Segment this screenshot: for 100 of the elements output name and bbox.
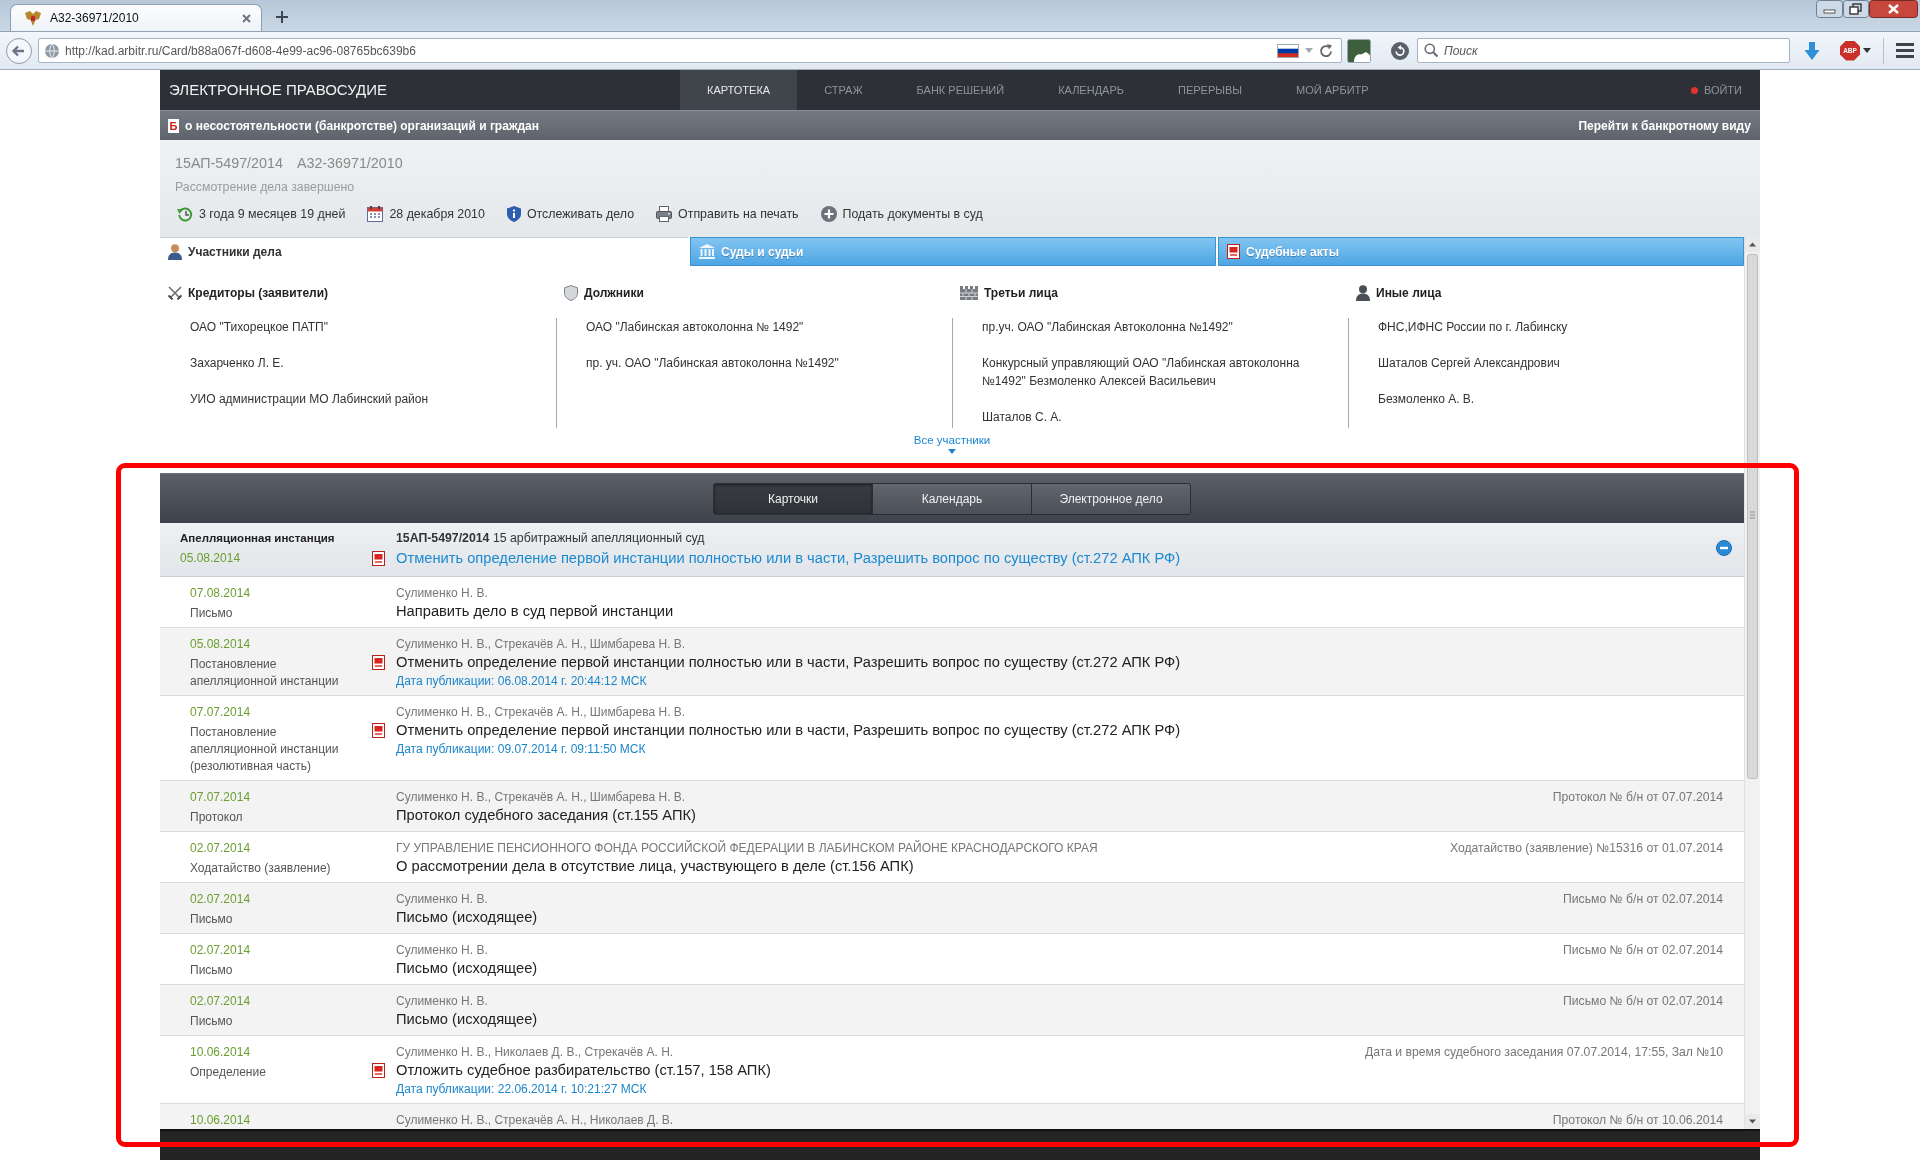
category-title: о несостоятельности (банкротстве) организаций и граждан <box>185 118 539 133</box>
group-heading: Должники <box>556 284 952 302</box>
case-action-link[interactable]: Отслеживать дело <box>506 206 635 222</box>
entry-note: Протокол № б/н от 07.07.2014 <box>1552 789 1723 805</box>
nav-link[interactable]: МОЙ АРБИТР <box>1269 70 1396 110</box>
caret-icon[interactable] <box>1863 48 1871 53</box>
case-number: А32-36971/2010 <box>296 154 403 173</box>
participant-name: пр.уч. ОАО "Лабинская Автоколонна №1492" <box>982 319 1233 336</box>
close-icon[interactable] <box>242 13 251 23</box>
entry-title: Направить дело в суд первой инстанции <box>396 602 674 621</box>
publication-date-link[interactable]: Дата публикации: 22.06.2014 г. 10:21:27 МСК <box>396 1080 647 1098</box>
entry-title: Письмо (исходящее) <box>396 908 538 927</box>
person-icon <box>168 244 182 260</box>
entry-authors: Сулименко Н. В., Николаев Д. В., Стрекачёв А. Н. <box>396 1044 674 1060</box>
entry-authors: Сулименко Н. В. <box>396 891 488 907</box>
site-title[interactable]: ЭЛЕКТРОННОЕ ПРАВОСУДИЕ <box>160 70 680 110</box>
address-field[interactable]: http://kad.arbitr.ru/Card/b88a067f-d608-4e99-ac96-08765bc639b6 <box>38 38 1342 63</box>
plus-circle-icon <box>820 206 837 222</box>
pdf-icon[interactable] <box>372 1063 385 1078</box>
instance-title: Апелляционная инстанция <box>180 531 335 546</box>
participant-name: пр. уч. ОАО "Лабинская автоколонна №1492" <box>586 355 839 372</box>
participant-name: ОАО "Лабинская автоколонна № 1492" <box>586 319 804 336</box>
view-tab[interactable]: Календарь <box>873 483 1031 514</box>
crossed-swords-icon <box>168 286 182 300</box>
restore-icon[interactable] <box>1843 0 1869 18</box>
scroll-thumb[interactable] <box>1747 254 1758 779</box>
participant-name: ОАО "Тихорецкое ПАТП" <box>190 319 328 336</box>
publication-date-link[interactable]: Дата публикации: 06.08.2014 г. 20:44:12 МСК <box>396 672 647 690</box>
shield-icon <box>564 285 578 301</box>
entry-authors: Сулименко Н. В., Стрекачёв А. Н., Николаев Д. В. <box>396 1112 674 1128</box>
menu-icon[interactable] <box>1896 43 1914 58</box>
collapse-icon[interactable] <box>1716 540 1732 556</box>
participant-name: ФНС,ИФНС России по г. Лабинску <box>1378 319 1568 336</box>
nav-link[interactable]: КАРТОТЕКА <box>680 70 798 110</box>
entry-authors: Сулименко Н. В., Стрекачёв А. Н., Шимбарева Н. В. <box>396 636 686 652</box>
entry-date: 07.07.2014 <box>190 704 251 720</box>
entry-authors: Сулименко Н. В. <box>396 585 488 601</box>
all-participants-link[interactable]: Все участники <box>913 433 991 447</box>
document-type: Письмо <box>190 962 233 979</box>
bank-icon <box>699 244 715 259</box>
reload-icon[interactable] <box>1319 43 1333 58</box>
entry-authors: Сулименко Н. В. <box>396 942 488 958</box>
decision-link[interactable]: Отменить определение первой инстанции полностью или в части, Разрешить вопрос по существу (ст.272 АПК РФ) <box>396 549 1181 568</box>
case-number: 15АП-5497/2014 <box>175 154 283 173</box>
entry-date: 05.08.2014 <box>190 636 251 652</box>
document-type: Письмо <box>190 1013 233 1030</box>
globe-icon <box>45 43 59 58</box>
back-icon[interactable] <box>6 37 32 64</box>
clock-arrow-icon <box>177 206 193 222</box>
view-switch-link[interactable]: Перейти к банкротному виду <box>1578 118 1751 133</box>
person-icon <box>1356 285 1370 301</box>
search-field[interactable]: Поиск <box>1417 38 1790 63</box>
nav-link[interactable]: ПЕРЕРЫВЫ <box>1151 70 1270 110</box>
new-tab-icon[interactable] <box>276 11 288 23</box>
document-type: Письмо <box>190 605 233 622</box>
entry-title: Письмо (исходящее) <box>396 959 538 978</box>
case-action-link[interactable]: Отправить на печать <box>656 206 799 222</box>
entry-title: Протокол судебного заседания (ст.155 АПК) <box>396 806 696 825</box>
group-heading: Иные лица <box>1348 284 1744 302</box>
close-window-icon[interactable] <box>1869 0 1918 18</box>
pdf-icon[interactable] <box>372 655 385 670</box>
history-icon[interactable] <box>1391 41 1409 60</box>
group-heading: Третьи лица <box>952 284 1348 302</box>
participant-name: Захарченко Л. Е. <box>190 355 284 372</box>
image-icon[interactable] <box>1347 38 1371 63</box>
entry-date: 10.06.2014 <box>190 1112 251 1128</box>
participant-name: Шаталов Сергей Александрович <box>1378 355 1560 372</box>
nav-link[interactable]: СТРАЖ <box>797 70 890 110</box>
pdf-icon[interactable] <box>372 723 385 738</box>
view-tab[interactable]: Электронное дело <box>1032 483 1190 514</box>
entry-date: 02.07.2014 <box>190 993 251 1009</box>
scroll-down-icon[interactable] <box>1745 1114 1760 1129</box>
participant-name: Безмоленко А. В. <box>1378 391 1475 408</box>
publication-date-link[interactable]: Дата публикации: 09.07.2014 г. 09:11:50 МСК <box>396 740 646 758</box>
case-action-link[interactable]: 3 года 9 месяцев 19 дней <box>177 206 346 222</box>
entry-title: Отложить судебное разбирательство (ст.157, 158 АПК) <box>396 1061 771 1080</box>
participant-name: УИО администрации МО Лабинский район <box>190 391 429 408</box>
view-tab[interactable]: Карточки <box>714 483 872 514</box>
entry-title: Отменить определение первой инстанции полностью или в части, Разрешить вопрос по существу (ст.272 АПК РФ) <box>396 653 1181 672</box>
flag-icon <box>1277 43 1299 58</box>
login-link[interactable]: ВОЙТИ <box>1690 70 1760 110</box>
url-text: http://kad.arbitr.ru/Card/b88a067f-d608-4e99-ac96-08765bc639b6 <box>65 43 417 58</box>
case-action-link[interactable]: Подать документы в суд <box>820 206 983 222</box>
pdf-icon <box>1227 244 1240 259</box>
nav-link[interactable]: БАНК РЕШЕНИЙ <box>889 70 1032 110</box>
download-icon[interactable] <box>1804 41 1820 60</box>
scroll-up-icon[interactable] <box>1745 237 1760 252</box>
category-letter: Б <box>168 118 179 133</box>
entry-title: Письмо (исходящее) <box>396 1010 538 1029</box>
case-status: Рассмотрение дела завершено <box>175 180 355 194</box>
pdf-icon[interactable] <box>372 551 385 566</box>
document-type: Ходатайство (заявление) <box>190 860 331 877</box>
nav-link[interactable]: КАЛЕНДАРЬ <box>1031 70 1151 110</box>
participant-name: Шаталов С. А. <box>982 409 1062 426</box>
shield-icon <box>506 206 521 222</box>
entry-title: О рассмотрении дела в отсутствие лица, участвующего в деле (ст.156 АПК) <box>396 857 914 876</box>
entry-date: 02.07.2014 <box>190 840 251 856</box>
browser-tab[interactable]: А32-36971/2010 <box>10 4 262 31</box>
printer-icon <box>656 206 673 222</box>
case-action-link[interactable]: 28 декабря 2010 <box>367 206 485 222</box>
